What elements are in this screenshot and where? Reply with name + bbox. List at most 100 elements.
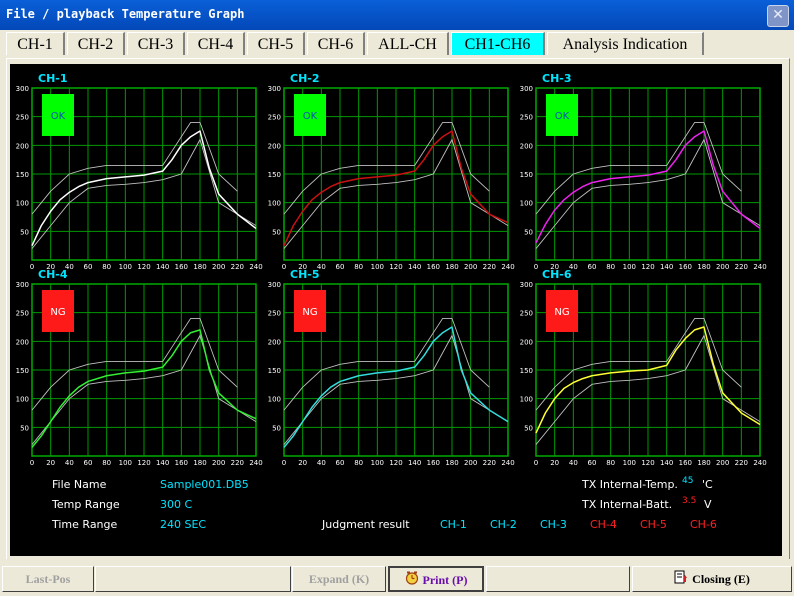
status-text: OK (303, 111, 318, 122)
tab-ch1-ch6[interactable]: CH1-CH6 (451, 32, 545, 55)
chart-5: CH-5 300 250 200 150 100 50 0 20 40 60 80 100 120 140 1… (268, 268, 515, 467)
tx-temp-value: 45 (682, 476, 694, 486)
y-tick-label: 50 (524, 228, 533, 236)
y-tick-label: 100 (520, 200, 533, 208)
y-tick-label: 150 (16, 367, 29, 375)
x-tick-label: 100 (623, 263, 636, 271)
x-tick-label: 220 (735, 459, 748, 467)
x-tick-label: 140 (156, 459, 169, 467)
x-tick-label: 120 (137, 459, 150, 467)
judgment-ch2: CH-2 (490, 518, 517, 531)
x-tick-label: 200 (464, 459, 477, 467)
chart-title: CH-4 (38, 268, 68, 281)
x-tick-label: 0 (30, 263, 34, 271)
tab-ch4[interactable]: CH-4 (187, 32, 245, 55)
tx-temp-label: TX Internal-Temp. (582, 478, 678, 491)
x-tick-label: 160 (175, 263, 188, 271)
x-tick-label: 160 (679, 263, 692, 271)
spacer-button-2 (486, 566, 630, 592)
chart-title: CH-5 (290, 268, 320, 281)
tab-analysis-indication[interactable]: Analysis Indication (547, 32, 704, 55)
y-tick-label: 200 (268, 142, 281, 150)
tab-ch3[interactable]: CH-3 (127, 32, 185, 55)
x-tick-label: 220 (483, 263, 496, 271)
x-tick-label: 40 (65, 459, 74, 467)
y-tick-label: 150 (268, 171, 281, 179)
x-tick-label: 200 (212, 263, 225, 271)
tab-ch1[interactable]: CH-1 (6, 32, 65, 55)
tab-ch5[interactable]: CH-5 (247, 32, 305, 55)
tx-batt-value: 3.5 (682, 496, 697, 506)
x-tick-label: 80 (354, 459, 363, 467)
x-tick-label: 40 (317, 459, 326, 467)
y-tick-label: 50 (272, 228, 281, 236)
y-tick-label: 300 (16, 281, 29, 289)
chart-4: CH-4 300 250 200 150 100 50 0 20 40 60 80 100 120 140 1… (16, 268, 263, 467)
y-tick-label: 250 (520, 310, 533, 318)
graph-screen: CH-1 300 250 200 150 100 50 0 20 40 60 80 100 120 140 1… (10, 64, 782, 556)
close-icon[interactable]: ✕ (767, 5, 789, 27)
last-pos-button[interactable]: Last-Pos (2, 566, 94, 592)
x-tick-label: 140 (408, 263, 421, 271)
y-tick-label: 250 (16, 310, 29, 318)
chart-3: CH-3300250200150100500 20 40 60 80 100 120 140 1… (520, 72, 767, 271)
y-tick-label: 150 (16, 171, 29, 179)
judgment-label: Judgment result (322, 518, 410, 531)
status-text: NG (302, 307, 317, 318)
tab-ch2[interactable]: CH-2 (67, 32, 125, 55)
status-text: OK (51, 111, 66, 122)
x-tick-label: 0 (534, 263, 538, 271)
y-tick-label: 50 (20, 228, 29, 236)
x-tick-label: 60 (588, 263, 597, 271)
x-tick-label: 80 (102, 459, 111, 467)
judgment-ch6: CH-6 (690, 518, 717, 531)
tab-ch6[interactable]: CH-6 (307, 32, 365, 55)
x-tick-label: 160 (427, 459, 440, 467)
x-tick-label: 200 (716, 263, 729, 271)
judgment-ch1: CH-1 (440, 518, 467, 531)
x-tick-label: 140 (156, 263, 169, 271)
x-tick-label: 220 (483, 459, 496, 467)
tx-batt-label: TX Internal-Batt. (582, 498, 673, 511)
x-tick-label: 20 (550, 459, 559, 467)
x-tick-label: 120 (389, 459, 402, 467)
x-tick-label: 120 (137, 263, 150, 271)
x-tick-label: 0 (30, 459, 34, 467)
x-tick-label: 240 (753, 263, 766, 271)
x-tick-label: 0 (282, 459, 286, 467)
status-text: NG (554, 307, 569, 318)
x-tick-label: 200 (212, 459, 225, 467)
chart-title: CH-1 (38, 72, 68, 85)
print-label: Print (P) (422, 573, 468, 587)
chart-6: CH-6 300 250 200 150 100 50 0 20 40 60 80 100 120 140 1… (520, 268, 767, 467)
chart-title: CH-6 (542, 268, 572, 281)
tab-all-ch[interactable]: ALL-CH (367, 32, 449, 55)
status-text: OK (555, 111, 570, 122)
y-tick-label: 100 (520, 396, 533, 404)
x-tick-label: 220 (231, 459, 244, 467)
x-tick-label: 180 (445, 263, 458, 271)
chart-2: CH-2300250200150100500 20 40 60 80 100 120 140 1… (268, 72, 515, 271)
x-tick-label: 180 (193, 459, 206, 467)
x-tick-label: 240 (249, 459, 262, 467)
chart-title: CH-3 (542, 72, 572, 85)
x-tick-label: 0 (282, 263, 286, 271)
x-tick-label: 60 (336, 459, 345, 467)
temp-range-value: 300 C (160, 498, 193, 511)
x-tick-label: 100 (371, 263, 384, 271)
closing-button[interactable]: Closing (E) (632, 566, 792, 592)
print-button[interactable]: Print (P) (388, 566, 484, 592)
closing-icon (674, 568, 688, 592)
x-tick-label: 80 (606, 459, 615, 467)
expand-button[interactable]: Expand (K) (292, 566, 386, 592)
chart-1: CH-1300250200150100500 20 40 60 80 100 120 140 1… (16, 72, 263, 271)
y-tick-label: 100 (268, 396, 281, 404)
temp-range-label: Temp Range (52, 498, 120, 511)
x-tick-label: 200 (464, 263, 477, 271)
x-tick-label: 100 (119, 459, 132, 467)
expand-label: Expand (K) (308, 572, 370, 586)
chart-title: CH-2 (290, 72, 320, 85)
y-tick-label: 250 (16, 114, 29, 122)
print-icon (405, 569, 419, 593)
button-bar: Last-Pos Expand (K) Print (P) Closing (E… (0, 562, 794, 596)
